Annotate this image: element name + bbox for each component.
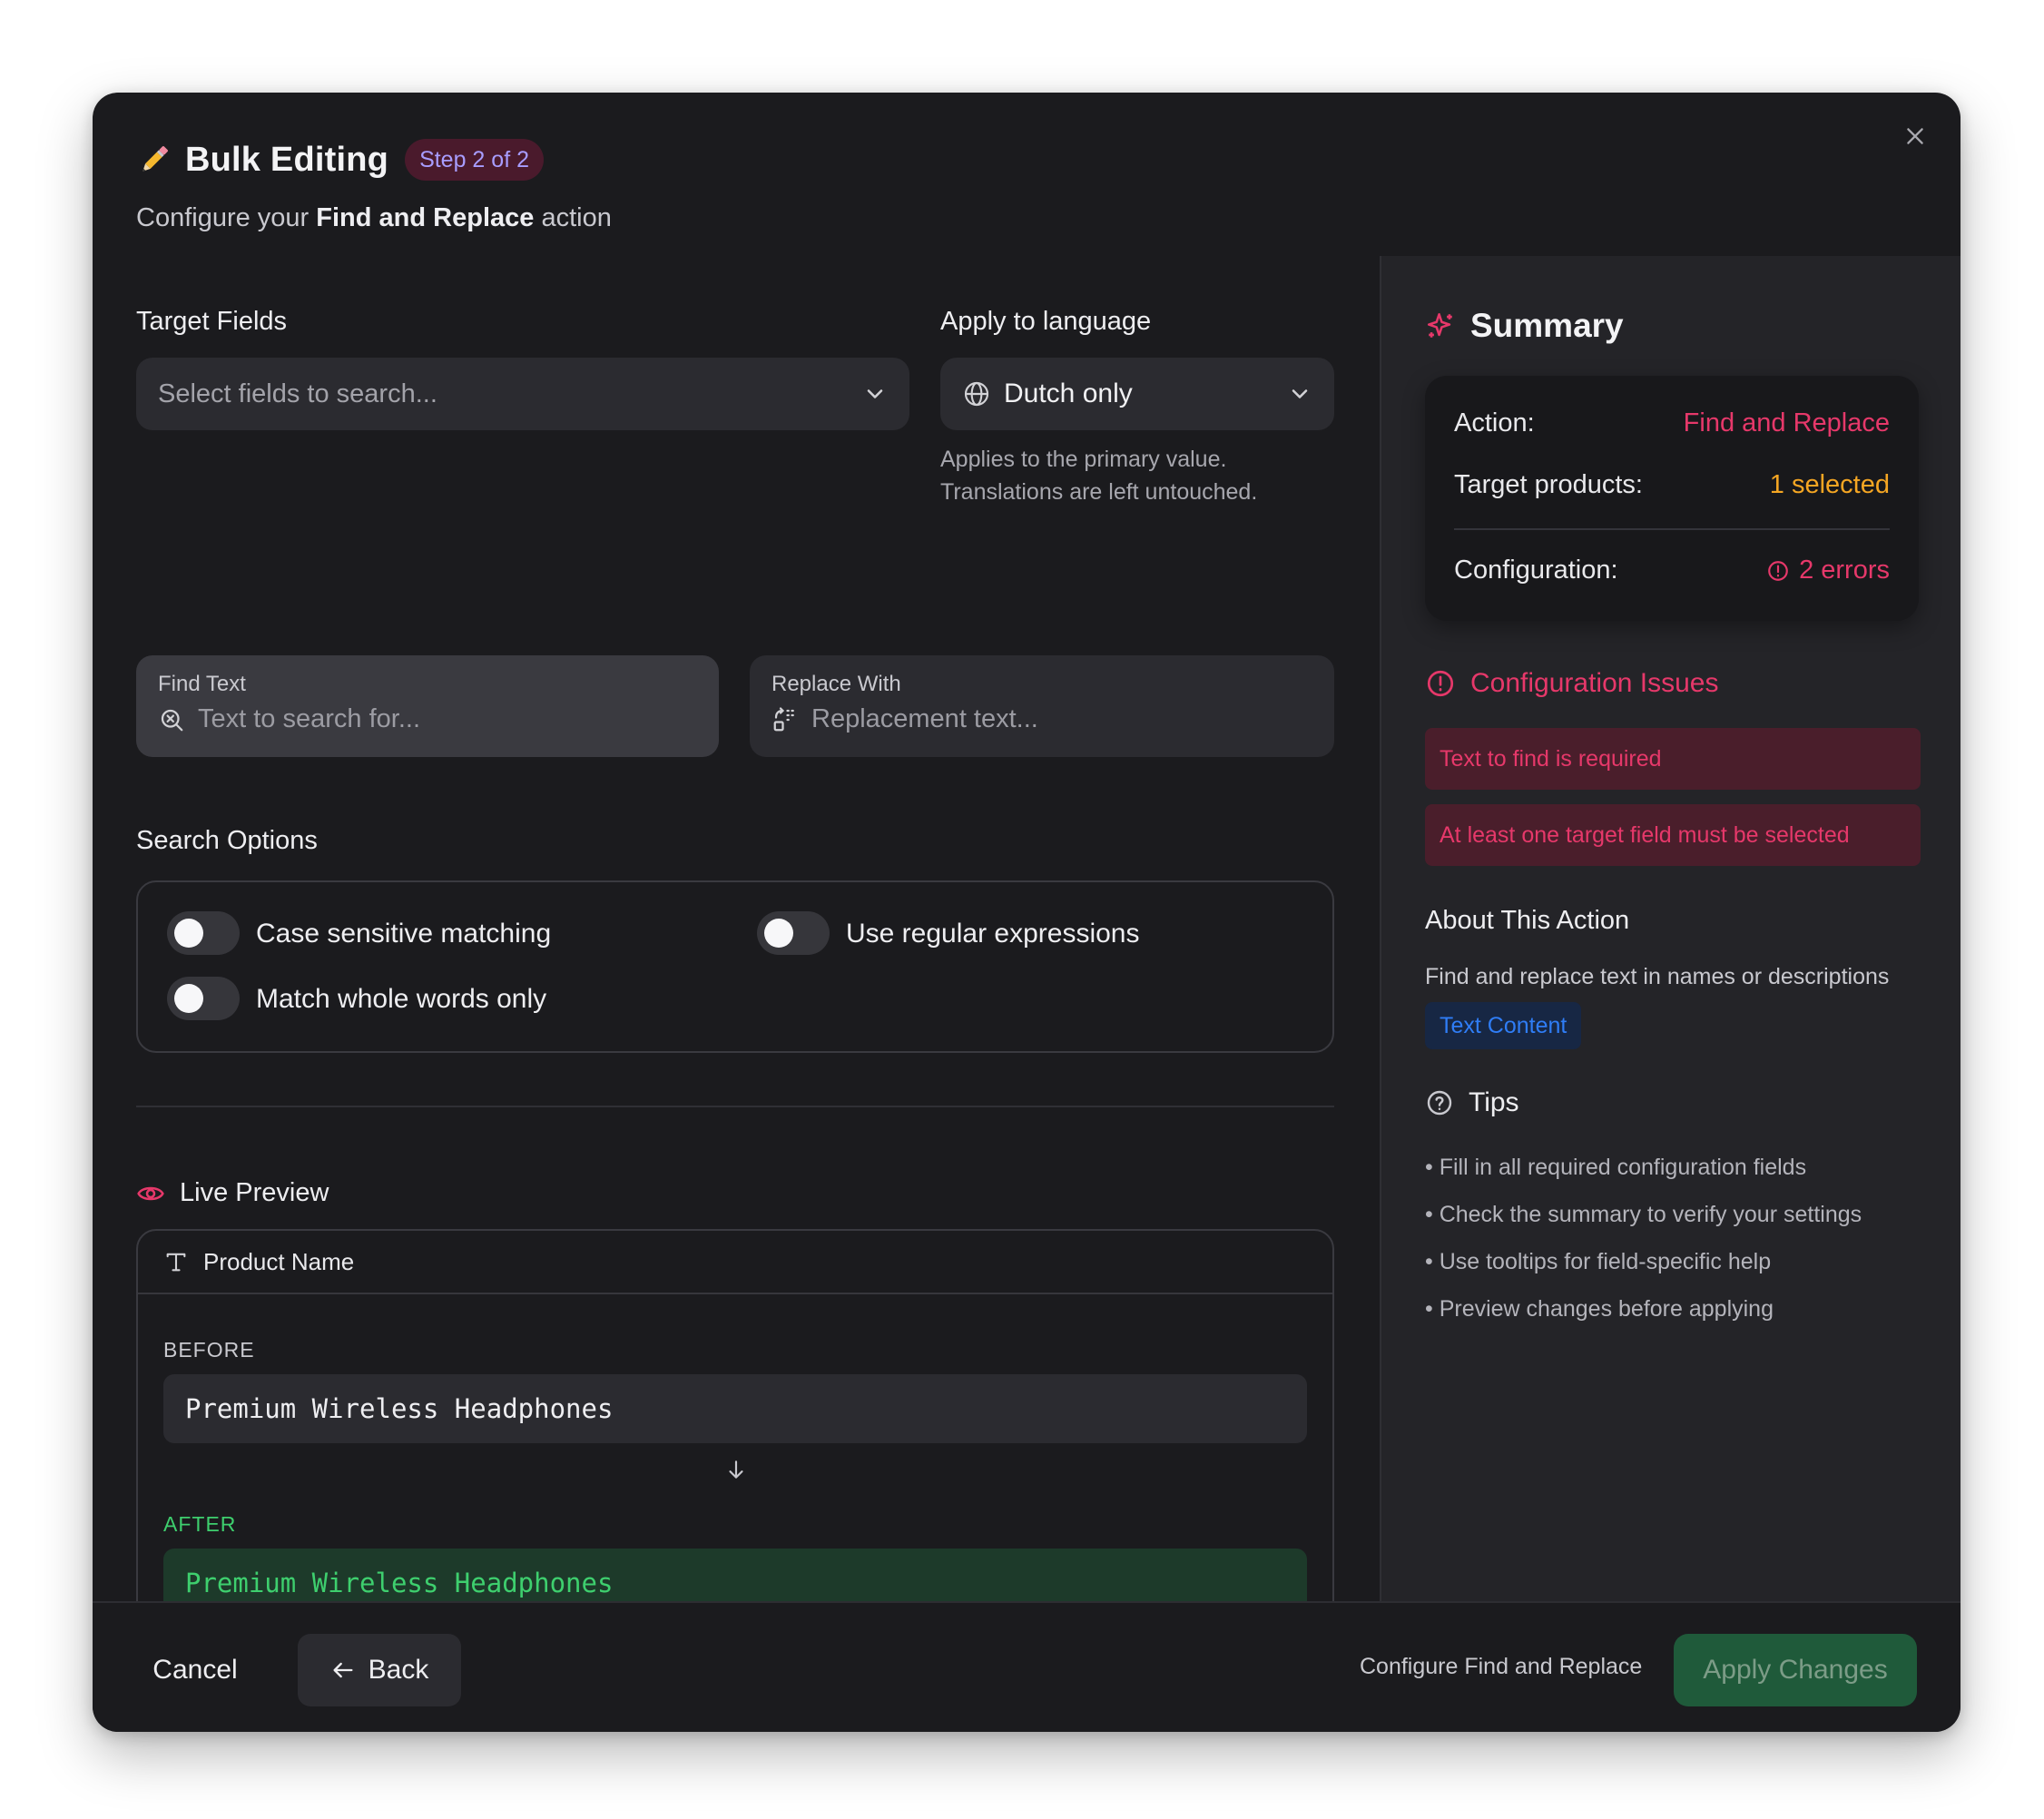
tips-heading: Tips bbox=[1425, 1087, 1519, 1118]
whole-words-label: Match whole words only bbox=[256, 984, 547, 1014]
sparkles-icon bbox=[1427, 312, 1452, 338]
subtitle-prefix: Configure your bbox=[136, 203, 310, 232]
find-text-placeholder: Text to search for... bbox=[198, 704, 420, 733]
summary-divider bbox=[1454, 528, 1890, 530]
before-value-box: Premium Wireless Headphones bbox=[163, 1374, 1307, 1443]
modal-subtitle: Configure your Find and Replace action bbox=[136, 203, 1852, 233]
case-sensitive-toggle[interactable] bbox=[167, 911, 240, 955]
after-label: AFTER bbox=[163, 1512, 237, 1536]
back-button-label: Back bbox=[368, 1655, 429, 1685]
issues-heading: Configuration Issues bbox=[1425, 668, 1719, 699]
alert-circle-icon bbox=[1427, 670, 1454, 697]
toggle-knob bbox=[764, 919, 793, 948]
summary-card: Action: Find and Replace Target products… bbox=[1425, 376, 1919, 621]
bulk-edit-modal: Bulk Editing Step 2 of 2 Configure your … bbox=[93, 93, 1960, 1732]
live-preview-title: Live Preview bbox=[180, 1178, 329, 1207]
tip-item: • Use tooltips for field-specific help bbox=[1425, 1249, 1772, 1274]
modal-header: Bulk Editing Step 2 of 2 Configure your … bbox=[136, 125, 1852, 233]
replace-with-placeholder: Replacement text... bbox=[811, 704, 1038, 733]
search-options-box: Case sensitive matching Use regular expr… bbox=[136, 880, 1334, 1053]
modal-footer: Cancel Back Configure Find and Replace A… bbox=[93, 1601, 1960, 1732]
arrow-left-icon bbox=[333, 1662, 353, 1678]
summary-action-row: Action: Find and Replace bbox=[1454, 408, 1890, 438]
summary-config-key: Configuration: bbox=[1454, 556, 1618, 585]
summary-panel: Summary Action: Find and Replace Target … bbox=[1380, 256, 1960, 1601]
search-options-title: Search Options bbox=[136, 826, 318, 855]
close-icon bbox=[1907, 128, 1923, 144]
find-text-label: Find Text bbox=[158, 672, 246, 696]
apply-changes-button[interactable]: Apply Changes bbox=[1674, 1634, 1917, 1706]
eye-icon bbox=[137, 1186, 164, 1200]
whole-words-toggle[interactable] bbox=[167, 977, 240, 1020]
preview-field-name: Product Name bbox=[203, 1247, 355, 1275]
pencil-icon bbox=[142, 146, 168, 172]
summary-config-status: 2 errors bbox=[1766, 556, 1890, 585]
summary-action-value: Find and Replace bbox=[1683, 408, 1890, 438]
language-label: Apply to language bbox=[940, 307, 1152, 336]
before-label: BEFORE bbox=[163, 1338, 255, 1362]
back-button[interactable]: Back bbox=[298, 1634, 461, 1706]
language-select[interactable]: Dutch only bbox=[940, 358, 1334, 430]
language-helper-text: Applies to the primary value. Translatio… bbox=[940, 443, 1257, 508]
arrow-down-icon bbox=[729, 1460, 743, 1479]
globe-icon bbox=[964, 381, 989, 407]
about-description: Find and replace text in names or descri… bbox=[1425, 964, 1890, 989]
find-text-field[interactable]: Find Text Text to search for... bbox=[136, 655, 719, 757]
search-x-icon bbox=[161, 709, 183, 731]
close-button[interactable] bbox=[1895, 116, 1935, 156]
target-fields-placeholder: Select fields to search... bbox=[158, 379, 437, 408]
target-fields-select[interactable]: Select fields to search... bbox=[136, 358, 909, 430]
subtitle-suffix: action bbox=[541, 203, 612, 232]
summary-config-row: Configuration: 2 errors bbox=[1454, 556, 1890, 585]
case-sensitive-label: Case sensitive matching bbox=[256, 919, 552, 949]
regex-toggle[interactable] bbox=[757, 911, 830, 955]
language-value: Dutch only bbox=[1004, 379, 1133, 408]
after-value: Premium Wireless Headphones bbox=[185, 1568, 614, 1598]
tip-item: • Check the summary to verify your setti… bbox=[1425, 1202, 1862, 1227]
summary-action-key: Action: bbox=[1454, 408, 1535, 438]
about-title: About This Action bbox=[1425, 906, 1630, 935]
toggle-knob bbox=[174, 984, 203, 1013]
language-helper-line: Applies to the primary value. bbox=[940, 447, 1227, 472]
replace-with-field[interactable]: Replace With Replacement text... bbox=[750, 655, 1334, 757]
regex-label: Use regular expressions bbox=[846, 919, 1140, 949]
language-helper-line: Translations are left untouched. bbox=[940, 479, 1258, 505]
tip-item: • Fill in all required configuration fie… bbox=[1425, 1155, 1807, 1180]
chevron-down-icon bbox=[867, 389, 883, 398]
target-fields-label: Target Fields bbox=[136, 307, 288, 336]
replace-icon bbox=[773, 706, 794, 731]
replace-with-label: Replace With bbox=[771, 672, 901, 696]
help-circle-icon bbox=[1427, 1090, 1452, 1116]
issue-item: At least one target field must be select… bbox=[1425, 804, 1921, 866]
summary-targets-row: Target products: 1 selected bbox=[1454, 470, 1890, 500]
tip-item: • Preview changes before applying bbox=[1425, 1296, 1774, 1322]
issues-title: Configuration Issues bbox=[1470, 668, 1719, 698]
section-divider bbox=[136, 1106, 1334, 1107]
toggle-knob bbox=[174, 919, 203, 948]
footer-status-text: Configure Find and Replace bbox=[1360, 1654, 1643, 1679]
cancel-button[interactable]: Cancel bbox=[136, 1634, 254, 1706]
live-preview-heading: Live Preview bbox=[136, 1178, 329, 1208]
summary-targets-key: Target products: bbox=[1454, 470, 1643, 499]
subtitle-action-name: Find and Replace bbox=[316, 203, 535, 232]
issue-item: Text to find is required bbox=[1425, 728, 1921, 790]
text-type-icon bbox=[166, 1253, 186, 1272]
category-tag: Text Content bbox=[1425, 1002, 1582, 1049]
before-value: Premium Wireless Headphones bbox=[185, 1393, 614, 1424]
preview-field-header: Product Name bbox=[138, 1231, 1332, 1294]
tips-title: Tips bbox=[1469, 1087, 1519, 1117]
summary-config-value: 2 errors bbox=[1799, 556, 1890, 585]
summary-heading: Summary bbox=[1425, 307, 1624, 345]
alert-circle-icon bbox=[1768, 560, 1788, 581]
live-preview-box: Product Name BEFORE Premium Wireless Hea… bbox=[136, 1229, 1334, 1643]
summary-title: Summary bbox=[1470, 307, 1624, 344]
modal-title: Bulk Editing bbox=[185, 140, 389, 179]
summary-targets-value: 1 selected bbox=[1769, 470, 1890, 499]
step-badge: Step 2 of 2 bbox=[405, 139, 544, 181]
chevron-down-icon bbox=[1292, 389, 1308, 398]
